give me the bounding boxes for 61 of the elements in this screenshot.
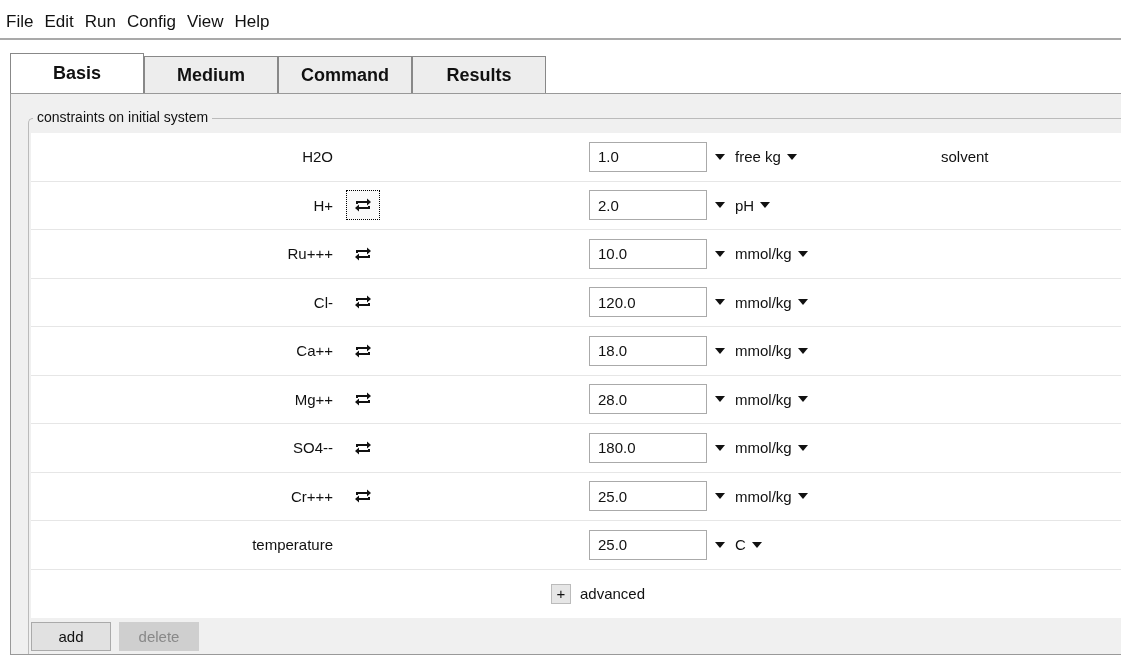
unit-dropdown[interactable]: mmol/kg [735,293,792,311]
species-label: H+ [312,195,334,216]
swap-icon[interactable] [346,190,380,221]
dropdown-arrow-icon[interactable] [751,541,762,548]
dropdown-arrow-icon[interactable] [797,347,808,354]
dropdown-arrow-icon[interactable] [786,153,797,160]
tab[interactable]: Medium [144,56,278,93]
dropdown-arrow-icon[interactable] [797,250,808,257]
group-title: constraints on initial system [33,109,213,125]
tab[interactable]: Results [412,56,546,93]
note-label: solvent [941,148,989,166]
dropdown-arrow-icon[interactable] [715,299,725,306]
unit-dropdown[interactable]: free kg [735,148,781,166]
unit-dropdown[interactable]: mmol/kg [735,245,792,263]
tab[interactable]: Basis [10,53,144,93]
species-label: SO4-- [292,438,334,459]
value-field[interactable]: 25.0 [589,529,707,560]
dropdown-arrow-icon[interactable] [715,493,725,500]
dropdown-arrow-icon[interactable] [715,396,725,403]
species-label: Cr+++ [289,486,334,507]
dropdown-arrow-icon[interactable] [715,444,725,451]
value-field[interactable]: 120.0 [589,287,707,318]
value-field[interactable]: 10.0 [589,238,707,269]
value-field[interactable]: 28.0 [589,384,707,415]
action-button[interactable]: add [31,622,111,651]
menu-item[interactable]: File [6,12,34,32]
advanced-label: advanced [580,585,646,603]
value-field[interactable]: 25.0 [589,481,707,512]
unit-dropdown[interactable]: mmol/kg [735,439,792,457]
unit-dropdown[interactable]: C [735,536,746,554]
value-field[interactable]: 1.0 [589,141,707,172]
dropdown-arrow-icon[interactable] [715,153,725,160]
menu-item[interactable]: Edit [44,12,74,32]
menu-item[interactable]: View [187,12,224,32]
dropdown-arrow-icon[interactable] [797,396,808,403]
value-field[interactable]: 180.0 [589,432,707,463]
dropdown-arrow-icon[interactable] [760,202,771,209]
unit-dropdown[interactable]: pH [735,196,755,214]
unit-dropdown[interactable]: mmol/kg [735,487,792,505]
tab[interactable]: Command [278,56,412,93]
species-label: Ca++ [295,341,334,362]
dropdown-arrow-icon[interactable] [715,541,725,548]
dropdown-arrow-icon[interactable] [715,250,725,257]
value-field[interactable]: 18.0 [589,335,707,366]
unit-dropdown[interactable]: mmol/kg [735,390,792,408]
menu-item[interactable]: Run [84,12,116,32]
dropdown-arrow-icon[interactable] [797,444,808,451]
unit-dropdown[interactable]: mmol/kg [735,342,792,360]
species-label: Ru+++ [286,244,334,265]
dropdown-arrow-icon[interactable] [797,299,808,306]
dropdown-arrow-icon[interactable] [715,347,725,354]
dropdown-arrow-icon[interactable] [715,202,725,209]
species-label: temperature [251,535,334,556]
dropdown-arrow-icon[interactable] [797,493,808,500]
species-label: H2O [301,147,334,168]
species-label: Mg++ [293,389,334,410]
menu-item[interactable]: Help [234,12,270,32]
expand-button[interactable]: + [551,583,571,604]
menu-item[interactable]: Config [126,12,177,32]
value-field[interactable]: 2.0 [589,190,707,221]
species-label: Cl- [312,292,334,313]
